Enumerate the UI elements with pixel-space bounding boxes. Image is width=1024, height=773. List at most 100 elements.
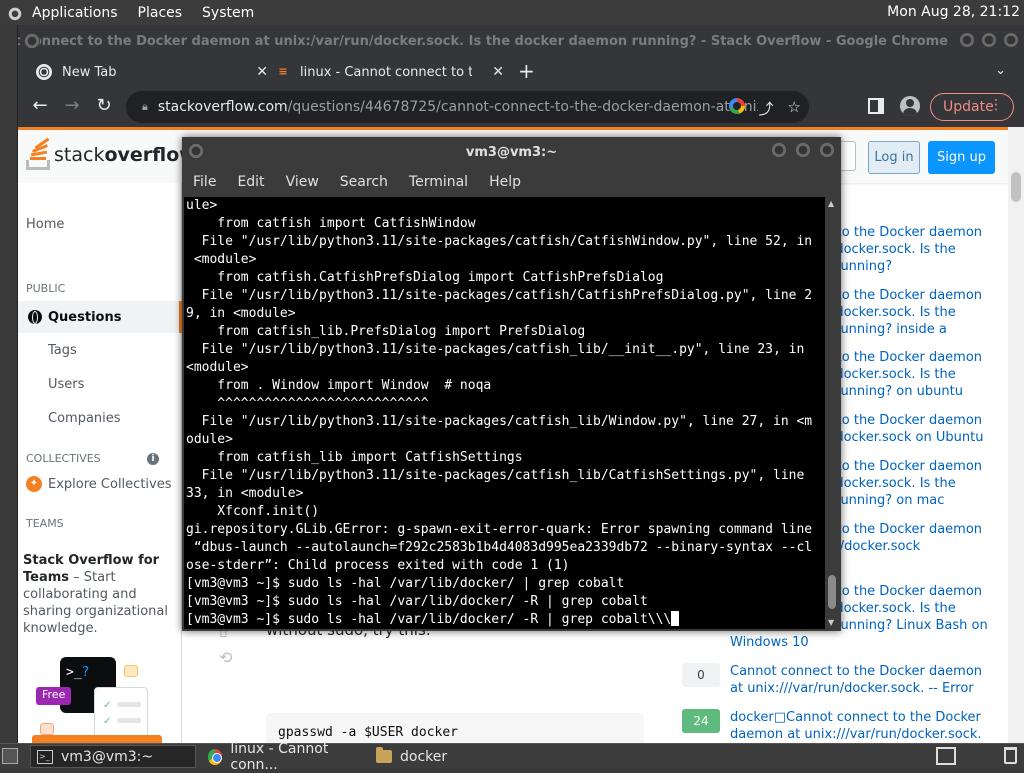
info-icon[interactable]: i	[147, 453, 159, 465]
menu-places[interactable]: Places	[138, 5, 183, 21]
terminal-scrollbar-thumb[interactable]	[828, 575, 836, 609]
menu-edit[interactable]: Edit	[237, 174, 264, 190]
panel-clock[interactable]: Mon Aug 28, 21:12	[887, 4, 1020, 20]
sidebar-item-label: Questions	[48, 309, 122, 325]
scroll-up-arrow-icon[interactable]: ▲	[828, 199, 834, 208]
distro-logo-icon[interactable]	[6, 3, 24, 22]
related-question[interactable]: 0 Cannot connect to the Docker daemon at…	[678, 663, 998, 697]
tab-new-tab[interactable]: New Tab ✕	[36, 57, 276, 87]
show-desktop-icon[interactable]	[936, 747, 956, 765]
sidebar-item-home[interactable]: Home	[26, 217, 64, 232]
chrome-window-title: linux - Cannot connect to the Docker dae…	[18, 33, 948, 49]
terminal-titlebar[interactable]: vm3@vm3:~	[182, 137, 841, 167]
lock-icon[interactable]: 🔒︎	[142, 100, 148, 114]
teams-promo: Stack Overflow for Teams – Start collabo…	[23, 552, 173, 637]
related-question[interactable]: 24 docker□Cannot connect to the Docker d…	[678, 709, 998, 743]
folder-icon	[376, 747, 392, 763]
terminal-line: gi.repository.GLib.GError: g-spawn-exit-…	[186, 522, 813, 537]
terminal-line: [vm3@vm3 ~]$ sudo ls -hal /var/lib/docke…	[186, 594, 648, 609]
close-button[interactable]	[819, 142, 835, 158]
stack-logo-icon	[26, 137, 50, 170]
reload-button[interactable]: ↻	[88, 95, 120, 116]
terminal-line: from catfish_lib import CatfishSettings	[186, 450, 523, 465]
terminal-output[interactable]: ule> from catfish import CatfishWindow F…	[184, 197, 825, 629]
globe-icon	[28, 310, 42, 324]
teams-illustration: >_? ✓ ✓ Free	[36, 657, 156, 743]
menu-file[interactable]: File	[193, 174, 216, 190]
sidebar-item-explore-collectives[interactable]: ✦ Explore Collectives	[26, 476, 172, 492]
update-button[interactable]: Update ⋮	[930, 93, 1014, 121]
tab-close-icon[interactable]: ✕	[256, 64, 268, 80]
stackoverflow-logo[interactable]: stack overflow	[26, 137, 197, 170]
terminal-title: vm3@vm3:~	[465, 144, 558, 160]
terminal-line: from . Window import Window # noqa	[186, 378, 492, 393]
menu-applications[interactable]: Applications	[32, 5, 118, 21]
more-menu-icon[interactable]: ⋮	[989, 97, 1003, 113]
terminal-menubar: File Edit View Search Terminal Help	[182, 167, 841, 197]
menu-system[interactable]: System	[202, 5, 254, 21]
related-link[interactable]: docker□Cannot connect to the Docker daem…	[730, 709, 995, 743]
taskbar-item-chrome[interactable]: linux - Cannot conn...	[205, 741, 365, 773]
trash-icon[interactable]	[1004, 747, 1017, 764]
close-button[interactable]	[1004, 33, 1018, 47]
maximize-button[interactable]	[795, 142, 811, 158]
sidebar-item-label: Explore Collectives	[48, 476, 172, 492]
teams-cta-button[interactable]	[32, 735, 162, 743]
scroll-down-arrow-icon[interactable]: ▼	[828, 618, 834, 627]
chrome-icon	[208, 748, 223, 765]
tab-stackoverflow[interactable]: ≡ linux - Cannot connect to the D ✕	[276, 57, 512, 87]
tab-close-icon[interactable]: ✕	[492, 64, 504, 80]
sidebar-item-companies[interactable]: Companies	[48, 411, 121, 426]
minimize-button[interactable]	[960, 33, 974, 47]
terminal-line: odule>	[186, 432, 233, 447]
chrome-titlebar[interactable]: linux - Cannot connect to the Docker dae…	[18, 25, 1024, 57]
menu-help[interactable]: Help	[489, 174, 521, 190]
forward-button[interactable]: →	[56, 95, 88, 116]
window-menu-button[interactable]	[188, 143, 204, 159]
side-panel-icon[interactable]	[868, 98, 884, 114]
related-link[interactable]: Cannot connect to the Docker daemon at u…	[730, 663, 995, 697]
chrome-favicon-icon	[36, 64, 52, 80]
taskbar-item-docker-folder[interactable]: docker	[374, 745, 494, 768]
tab-title: linux - Cannot connect to the D	[300, 64, 472, 80]
address-bar[interactable]: 🔒︎ stackoverflow.com /questions/44678725…	[126, 91, 809, 123]
maximize-button[interactable]	[982, 33, 996, 47]
terminal-line: ^^^^^^^^^^^^^^^^^^^^^^^^^^^	[186, 396, 429, 411]
browser-toolbar: ← → ↻ 🔒︎ stackoverflow.com /questions/44…	[18, 87, 1024, 127]
login-button[interactable]: Log in	[868, 141, 920, 174]
menu-terminal[interactable]: Terminal	[409, 174, 468, 190]
sidebar-item-questions[interactable]: Questions	[18, 301, 182, 333]
tab-title: New Tab	[62, 64, 117, 80]
sidebar-item-users[interactable]: Users	[48, 377, 84, 392]
workspace-icon[interactable]	[2, 748, 18, 764]
terminal-line: ose-stderr”: Child process exited with c…	[186, 558, 570, 573]
signup-button[interactable]: Sign up	[928, 141, 995, 174]
page-scrollbar[interactable]	[1008, 127, 1024, 743]
back-button[interactable]: ←	[24, 95, 56, 116]
page-scrollbar-thumb[interactable]	[1011, 172, 1021, 202]
terminal-window: vm3@vm3:~ File Edit View Search Terminal…	[182, 137, 841, 631]
profile-avatar-icon[interactable]	[900, 96, 920, 116]
chat-bubble-icon	[40, 723, 54, 735]
bookmark-star-icon[interactable]: ☆	[788, 98, 801, 119]
window-menu-button[interactable]	[24, 33, 40, 49]
question-score: 0	[682, 663, 720, 687]
terminal-line: <module>	[186, 252, 257, 267]
update-label: Update	[943, 99, 994, 115]
minimize-button[interactable]	[771, 142, 787, 158]
sidebar-item-tags[interactable]: Tags	[48, 343, 77, 358]
new-tab-button[interactable]: +	[518, 59, 535, 83]
history-icon[interactable]: ⟲	[219, 648, 232, 667]
bottom-taskbar: >_ vm3@vm3:~ linux - Cannot conn... dock…	[0, 741, 1024, 773]
question-score-accepted: 24	[682, 709, 720, 733]
google-lens-icon[interactable]	[728, 98, 745, 114]
terminal-scrollbar[interactable]: ▲ ▼	[825, 197, 839, 629]
tab-search-chevron-icon[interactable]: ⌄	[995, 63, 1006, 78]
share-icon[interactable]: ⤴	[759, 98, 774, 119]
menu-view[interactable]: View	[286, 174, 319, 190]
left-sidebar: Home PUBLIC Questions Tags Users Compani…	[18, 183, 182, 743]
menu-search[interactable]: Search	[340, 174, 388, 190]
tab-strip: New Tab ✕ ≡ linux - Cannot connect to th…	[18, 57, 1024, 87]
taskbar-item-terminal[interactable]: >_ vm3@vm3:~	[30, 745, 196, 768]
terminal-line: “dbus-launch --autolaunch=f292c2583b1b4d…	[186, 540, 813, 555]
